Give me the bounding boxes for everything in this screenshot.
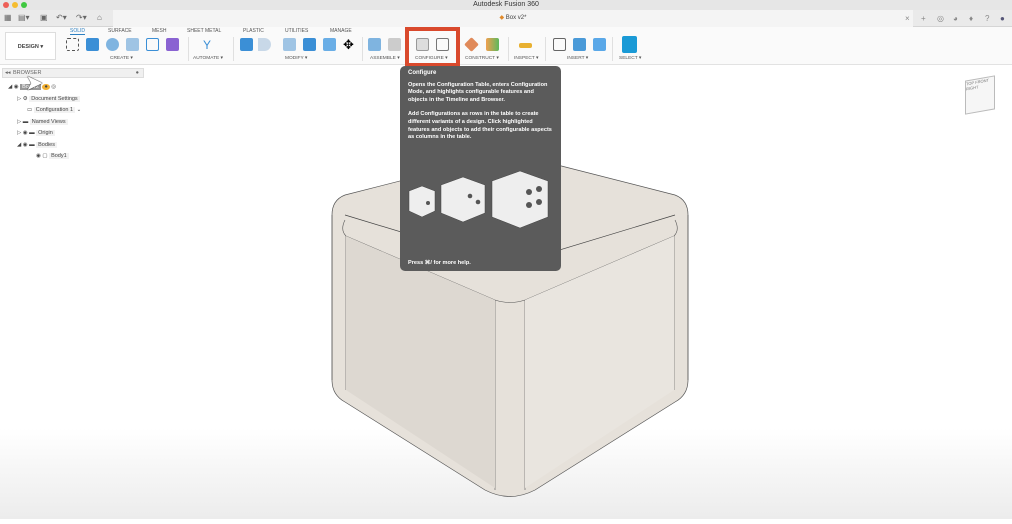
combine-icon[interactable] [303, 38, 316, 51]
inspect-menu[interactable]: INSPECT ▾ [514, 56, 538, 61]
redo-icon[interactable]: ↷▾ [76, 13, 87, 22]
tooltip-title: Configure [408, 70, 437, 76]
undo-icon[interactable]: ↶▾ [56, 13, 67, 22]
tab-surface[interactable]: SURFACE [108, 28, 132, 34]
split-body-icon[interactable] [323, 38, 336, 51]
shell-icon[interactable] [283, 38, 296, 51]
configure-highlight [405, 27, 460, 67]
grid-menu-icon[interactable]: ▦ [4, 13, 12, 22]
zoom-window-button[interactable] [21, 2, 27, 8]
tab-solid[interactable]: SOLID [70, 28, 86, 35]
joint-icon[interactable] [388, 38, 401, 51]
viewcube-right[interactable]: RIGHT [966, 84, 978, 91]
tree-item-named-views[interactable]: ▷ ▬ Named Views [17, 118, 68, 126]
viewcube[interactable]: TOP FRONT RIGHT [965, 75, 995, 115]
configuration-variants-illustration [408, 170, 549, 229]
job-status-icon[interactable]: ◕ [953, 14, 958, 23]
home-icon[interactable]: ⌂ [97, 13, 102, 22]
app-title: Autodesk Fusion 360 [473, 1, 539, 8]
create-sketch-icon[interactable] [66, 38, 79, 51]
insert-menu[interactable]: INSERT ▾ [567, 56, 588, 61]
insert-derive-icon[interactable] [166, 38, 179, 51]
fillet-icon[interactable] [258, 38, 271, 51]
tree-item-body1[interactable]: ◉ ▢ Body1 [36, 152, 69, 160]
assemble-menu[interactable]: ASSEMBLE ▾ [370, 56, 400, 61]
save-icon[interactable]: ▣ [40, 13, 48, 22]
press-pull-icon[interactable] [240, 38, 253, 51]
tooltip-description-2: Add Configurations as rows in the table … [408, 111, 552, 141]
tooltip-description-1: Opens the Configuration Table, enters Co… [408, 81, 548, 103]
extrude-icon[interactable] [86, 38, 99, 51]
workspace-switcher[interactable]: DESIGN ▾ [5, 32, 56, 60]
extensions-icon[interactable]: ◎ [937, 14, 944, 23]
close-tab-icon[interactable]: × [905, 14, 910, 23]
tooltip-footer: Press ⌘/ for more help. [408, 260, 471, 266]
revolve-icon[interactable] [106, 38, 119, 51]
tree-item-document-settings[interactable]: ▷ ⚙ Document Settings [17, 95, 80, 103]
pin-icon[interactable]: ● [136, 69, 139, 78]
move-icon[interactable]: ✥ [343, 38, 356, 51]
collapse-icon[interactable]: ◂◂ [5, 69, 11, 78]
avatar[interactable]: ● [1000, 14, 1005, 23]
insert-mesh-icon[interactable] [573, 38, 586, 51]
tree-item-bodies[interactable]: ◢ ◉ ▬ Bodies [17, 141, 57, 149]
document-tab-label: Box v2* [505, 15, 527, 21]
toolbar: DESIGN ▾ SOLID SURFACE MESH SHEET METAL … [0, 27, 1012, 65]
tab-manage[interactable]: MANAGE [330, 28, 352, 34]
close-window-button[interactable] [3, 2, 9, 8]
automate-menu[interactable]: AUTOMATE ▾ [193, 56, 223, 61]
mouse-cursor: ➤ [25, 70, 44, 95]
create-menu[interactable]: CREATE ▾ [110, 56, 133, 61]
configure-tooltip: Configure Opens the Configuration Table,… [400, 66, 561, 271]
help-icon[interactable]: ? [985, 14, 989, 23]
title-bar: Autodesk Fusion 360 [0, 0, 1012, 10]
tab-plastic[interactable]: PLASTIC [243, 28, 264, 34]
minimize-window-button[interactable] [12, 2, 18, 8]
tab-mesh[interactable]: MESH [152, 28, 166, 34]
file-menu-icon[interactable]: ▤▾ [18, 13, 30, 22]
construct-menu[interactable]: CONSTRUCT ▾ [465, 56, 499, 61]
tab-sheet-metal[interactable]: SHEET METAL [187, 28, 221, 34]
select-icon[interactable] [622, 36, 637, 53]
measure-icon[interactable] [519, 43, 532, 48]
new-tab-icon[interactable]: + [921, 14, 926, 23]
tree-item-origin[interactable]: ▷ ◉ ▬ Origin [17, 129, 55, 137]
pattern-icon[interactable] [146, 38, 159, 51]
insert-derive-icon-2[interactable] [553, 38, 566, 51]
modify-menu[interactable]: MODIFY ▾ [285, 56, 307, 61]
offset-plane-icon[interactable] [464, 37, 479, 52]
midplane-icon[interactable] [486, 38, 499, 51]
canvas-icon[interactable] [593, 38, 606, 51]
new-component-icon[interactable] [368, 38, 381, 51]
browser-panel-header[interactable]: ◂◂ BROWSER ● [2, 68, 144, 78]
select-menu[interactable]: SELECT ▾ [619, 56, 641, 61]
notifications-icon[interactable]: ♦ [969, 14, 973, 23]
tab-utilities[interactable]: UTILITIES [285, 28, 308, 34]
hole-icon[interactable] [126, 38, 139, 51]
tree-item-configuration[interactable]: ▭ Configuration 1 ⌄ [27, 106, 81, 114]
automate-icon[interactable]: Y [203, 38, 216, 52]
document-tab[interactable]: ◆ Box v2* [113, 10, 913, 27]
